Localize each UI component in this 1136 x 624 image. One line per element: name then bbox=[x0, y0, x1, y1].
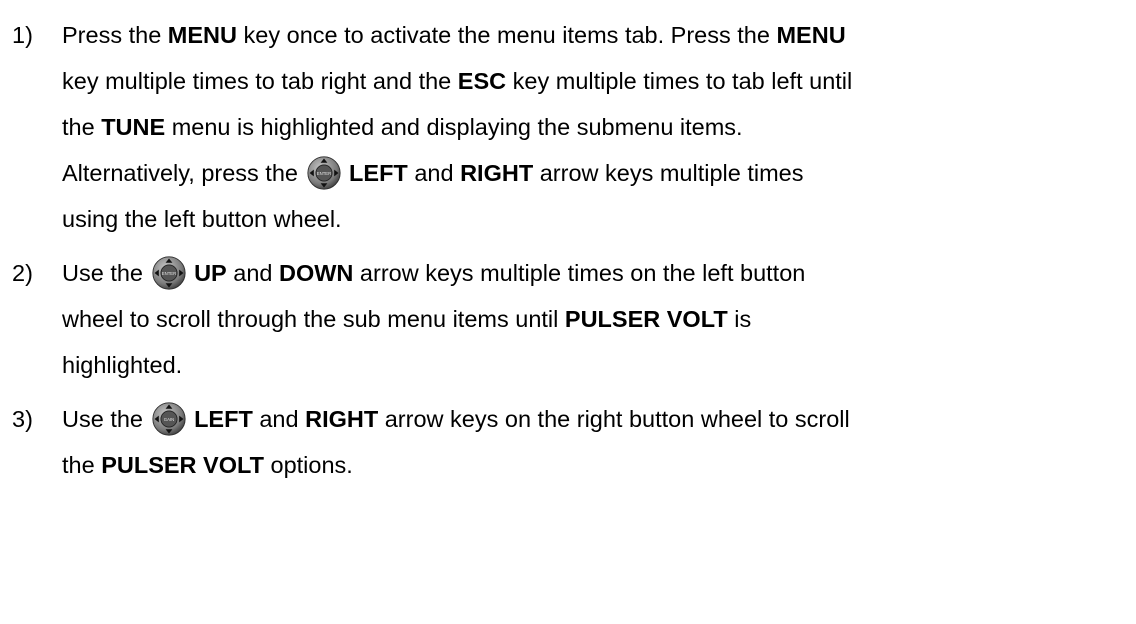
key-name: DOWN bbox=[279, 260, 354, 286]
text-line: the TUNE menu is highlighted and display… bbox=[62, 104, 1136, 150]
text-segment: highlighted. bbox=[62, 352, 183, 378]
instruction-step: 3) Use the GAIN LEFT and RIGHT arrow key… bbox=[0, 396, 1136, 488]
instruction-step: 2) Use the ENTER UP and DOWN arrow keys … bbox=[0, 250, 1136, 388]
key-name: RIGHT bbox=[460, 160, 534, 186]
step-number: 3) bbox=[12, 406, 33, 432]
key-name: MENU bbox=[167, 22, 237, 48]
step-text: Press the MENU key once to activate the … bbox=[62, 12, 1136, 242]
text-segment: options. bbox=[263, 452, 353, 478]
text-line: Use the GAIN LEFT and RIGHT arrow keys o… bbox=[62, 396, 1136, 442]
left-button-wheel-icon: ENTER bbox=[151, 256, 186, 290]
key-name: PULSER VOLT bbox=[564, 306, 728, 332]
text-segment: Press the bbox=[62, 22, 168, 48]
text-segment: arrow keys multiple times bbox=[533, 160, 804, 186]
text-segment: Use the bbox=[62, 260, 150, 286]
text-segment: key once to activate the menu items tab.… bbox=[237, 22, 777, 48]
step-number: 1) bbox=[12, 22, 33, 48]
text-segment: and bbox=[252, 406, 306, 432]
text-line: Use the ENTER UP and DOWN arrow keys mul… bbox=[62, 250, 1136, 296]
instruction-steps: 1) Press the MENU key once to activate t… bbox=[0, 0, 1136, 478]
text-segment: key multiple times to tab left until bbox=[506, 68, 853, 94]
text-segment: Alternatively, press the bbox=[62, 160, 305, 186]
text-segment: Use the bbox=[62, 406, 150, 432]
text-segment: and bbox=[226, 260, 279, 286]
wheel-center-label: ENTER bbox=[316, 171, 330, 176]
key-name: LEFT bbox=[349, 160, 408, 186]
key-name: PULSER VOLT bbox=[101, 452, 264, 478]
wheel-center-label: GAIN bbox=[163, 417, 173, 422]
wheel-center-label: ENTER bbox=[161, 271, 175, 276]
left-button-wheel-icon: ENTER bbox=[306, 156, 341, 190]
text-segment: arrow keys on the right button wheel to … bbox=[378, 406, 850, 432]
step-text: Use the ENTER UP and DOWN arrow keys mul… bbox=[62, 250, 1136, 388]
text-segment: menu is highlighted and displaying the s… bbox=[165, 114, 743, 140]
text-line: using the left button wheel. bbox=[62, 196, 1136, 242]
text-line: highlighted. bbox=[62, 342, 1136, 388]
text-line: Press the MENU key once to activate the … bbox=[62, 12, 1136, 58]
text-segment: the bbox=[62, 452, 102, 478]
text-line: wheel to scroll through the sub menu ite… bbox=[62, 296, 1136, 342]
key-name: MENU bbox=[776, 22, 846, 48]
step-text: Use the GAIN LEFT and RIGHT arrow keys o… bbox=[62, 396, 1136, 488]
text-segment: is bbox=[727, 306, 752, 332]
text-segment: wheel to scroll through the sub menu ite… bbox=[62, 306, 565, 332]
text-line: Alternatively, press the ENTER LEFT and … bbox=[62, 150, 1136, 196]
key-name: LEFT bbox=[194, 406, 253, 432]
text-segment: using the left button wheel. bbox=[62, 206, 342, 232]
key-name: RIGHT bbox=[305, 406, 379, 432]
text-segment: and bbox=[407, 160, 461, 186]
key-name: TUNE bbox=[101, 114, 166, 140]
text-segment: arrow keys multiple times on the left bu… bbox=[353, 260, 806, 286]
instruction-step: 1) Press the MENU key once to activate t… bbox=[0, 12, 1136, 242]
step-number: 2) bbox=[12, 260, 33, 286]
right-button-wheel-icon: GAIN bbox=[151, 402, 186, 436]
key-name: UP bbox=[194, 260, 227, 286]
text-line: key multiple times to tab right and the … bbox=[62, 58, 1136, 104]
text-segment: the bbox=[62, 114, 102, 140]
text-line: the PULSER VOLT options. bbox=[62, 442, 1136, 488]
text-segment: key multiple times to tab right and the bbox=[62, 68, 458, 94]
key-name: ESC bbox=[457, 68, 507, 94]
